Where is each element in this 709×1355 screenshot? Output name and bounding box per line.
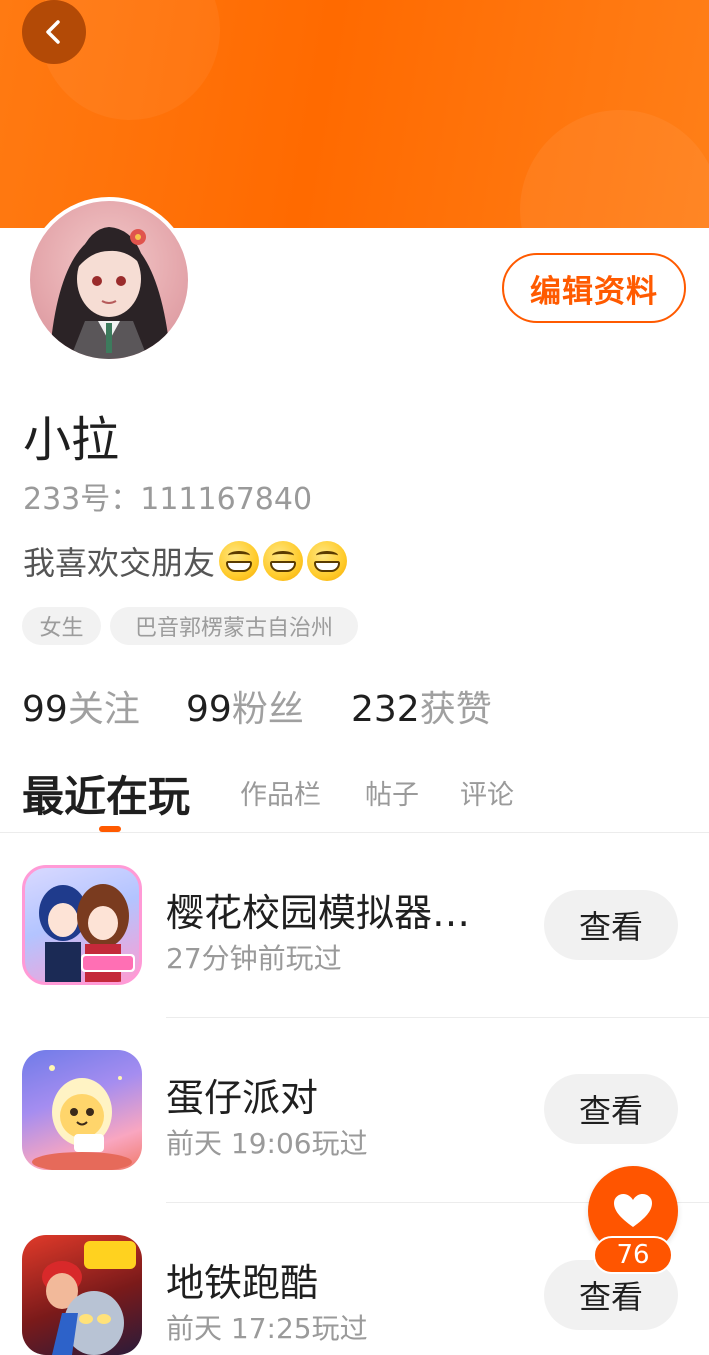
grinning-face-icon xyxy=(219,541,260,581)
back-button[interactable] xyxy=(22,0,86,64)
tab-recently-played[interactable]: 最近在玩 xyxy=(22,763,190,824)
username: 小拉 xyxy=(23,412,120,468)
banner-decoration xyxy=(520,110,709,228)
tab-posts[interactable]: 帖子 xyxy=(365,773,419,812)
sakura-school-game-icon[interactable] xyxy=(22,865,142,985)
stat-label: 获赞 xyxy=(419,689,492,730)
grinning-face-icon xyxy=(307,541,348,581)
profile-header-banner xyxy=(0,0,709,228)
stat-followers[interactable]: 99 粉丝 xyxy=(186,680,304,732)
stat-following[interactable]: 99 关注 xyxy=(22,680,140,732)
edit-profile-button[interactable]: 编辑资料 xyxy=(502,253,686,323)
tab-works[interactable]: 作品栏 xyxy=(240,773,321,812)
tab-comments[interactable]: 评论 xyxy=(460,773,514,812)
game-last-played: 27分钟前玩过 xyxy=(166,942,342,975)
avatar-illustration xyxy=(50,227,170,359)
stat-likes[interactable]: 232 获赞 xyxy=(351,680,492,732)
game-last-played: 前天 19:06玩过 xyxy=(166,1127,368,1160)
view-button[interactable]: 查看 xyxy=(544,890,678,960)
location-tag: 巴音郭楞蒙古自治州 xyxy=(110,607,358,645)
stat-number: 99 xyxy=(22,689,68,730)
eggy-party-game-icon[interactable] xyxy=(22,1050,142,1170)
game-title: 樱花校园模拟器… xyxy=(166,891,471,935)
stat-number: 99 xyxy=(186,689,232,730)
user-id: 233号：111167840 xyxy=(23,482,313,517)
heart-icon xyxy=(614,1194,652,1227)
subway-surfers-game-icon[interactable] xyxy=(22,1235,142,1355)
avatar[interactable] xyxy=(26,197,192,363)
gender-tag: 女生 xyxy=(22,607,101,645)
view-button[interactable]: 查看 xyxy=(544,1074,678,1144)
chevron-left-icon xyxy=(46,20,60,44)
game-last-played: 前天 17:25玩过 xyxy=(166,1312,368,1345)
divider xyxy=(0,832,709,833)
stat-label: 粉丝 xyxy=(231,689,304,730)
stat-number: 232 xyxy=(351,689,420,730)
bio-text: 我喜欢交朋友 xyxy=(23,544,216,582)
stat-label: 关注 xyxy=(67,689,140,730)
bio: 我喜欢交朋友 xyxy=(23,538,348,584)
like-count: 76 xyxy=(593,1236,673,1274)
grinning-face-icon xyxy=(263,541,304,581)
game-title: 地铁跑酷 xyxy=(166,1261,319,1305)
divider xyxy=(166,1017,709,1018)
game-title: 蛋仔派对 xyxy=(166,1076,319,1120)
